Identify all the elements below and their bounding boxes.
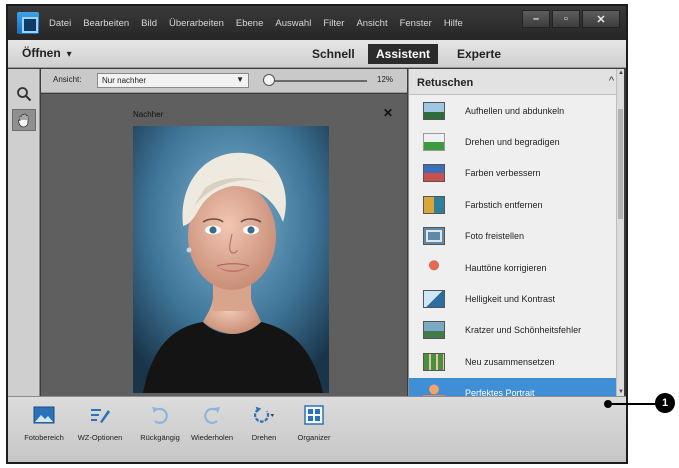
- image-canvas[interactable]: Nachher ✕: [41, 94, 407, 396]
- guided-item-label: Drehen und begradigen: [465, 137, 560, 148]
- guided-item-drehen[interactable]: Drehen und begradigen: [409, 126, 617, 157]
- close-icon[interactable]: ✕: [383, 106, 393, 120]
- guided-item-label: Kratzer und Schönheitsfehler: [465, 325, 582, 336]
- app-logo-icon: [17, 12, 39, 34]
- guided-list: Aufhellen und abdunkeln Drehen und begra…: [409, 95, 617, 409]
- brightness-icon: [423, 290, 445, 309]
- menu-ebene[interactable]: Ebene: [236, 18, 263, 29]
- portrait-photo: [133, 126, 329, 393]
- menu-filter[interactable]: Filter: [323, 18, 344, 29]
- rotate-icon: [252, 403, 276, 427]
- rotate-label: Drehen: [251, 433, 277, 442]
- guided-item-neu-zusammensetzen[interactable]: Neu zusammensetzen: [409, 346, 617, 377]
- options-bar: Ansicht: Nur nachher ▼ 12%: [41, 69, 407, 93]
- guided-item-label: Farben verbessern: [465, 168, 541, 179]
- guided-item-helligkeit[interactable]: Helligkeit und Kontrast: [409, 283, 617, 314]
- hand-tool[interactable]: [12, 109, 36, 131]
- guided-item-farben[interactable]: Farben verbessern: [409, 158, 617, 189]
- recompose-icon: [423, 352, 445, 371]
- zoom-slider-thumb[interactable]: [263, 74, 275, 86]
- guided-item-label: Neu zusammensetzen: [465, 356, 555, 367]
- menu-bild[interactable]: Bild: [141, 18, 157, 29]
- open-label: Öffnen: [22, 46, 61, 60]
- guided-item-label: Hauttöne korrigieren: [465, 262, 547, 273]
- panel-title: Retuschen: [417, 77, 474, 89]
- tool-options-button[interactable]: WZ-Optionen: [70, 403, 130, 442]
- close-window-button[interactable]: ✕: [582, 10, 620, 28]
- mode-bar: Öffnen ▾ Schnell Assistent Experte: [8, 40, 626, 68]
- portrait-image: [133, 126, 329, 393]
- rotate-image-icon: [423, 133, 445, 152]
- view-select-value: Nur nachher: [102, 76, 147, 85]
- photo-bin-button[interactable]: Fotobereich: [14, 403, 74, 442]
- view-select[interactable]: Nur nachher ▼: [97, 73, 249, 88]
- guided-item-kratzer[interactable]: Kratzer und Schönheitsfehler: [409, 315, 617, 346]
- guided-panel: Retuschen ^ Aufhellen und abdunkeln Dreh…: [408, 69, 624, 409]
- crop-image-icon: [423, 227, 445, 246]
- maximize-button[interactable]: ▫: [552, 10, 580, 28]
- guided-item-freistellen[interactable]: Foto freistellen: [409, 221, 617, 252]
- hand-icon: [18, 113, 29, 128]
- tab-schnell[interactable]: Schnell: [304, 44, 363, 64]
- scroll-up-icon[interactable]: ▲: [617, 70, 625, 76]
- photo-bin-icon: [32, 403, 56, 427]
- menu-ansicht[interactable]: Ansicht: [356, 18, 387, 29]
- menu-auswahl[interactable]: Auswahl: [275, 18, 311, 29]
- color-image-icon: [423, 164, 445, 183]
- zoom-tool[interactable]: [12, 83, 36, 105]
- menu-ueberarbeiten[interactable]: Überarbeiten: [169, 18, 224, 29]
- callout-dot: [604, 400, 612, 408]
- redo-button[interactable]: Wiederholen: [182, 403, 242, 442]
- guided-item-farbstich[interactable]: Farbstich entfernen: [409, 189, 617, 220]
- tool-options-label: WZ-Optionen: [77, 433, 123, 442]
- menu-bearbeiten[interactable]: Bearbeiten: [83, 18, 129, 29]
- chevron-down-icon: ▼: [236, 75, 244, 84]
- open-caret-icon: ▾: [66, 49, 72, 60]
- scrollbar-thumb[interactable]: [618, 109, 623, 219]
- undo-button[interactable]: Rückgängig: [130, 403, 190, 442]
- editor-window: Datei Bearbeiten Bild Überarbeiten Ebene…: [6, 4, 628, 464]
- organizer-label: Organizer: [297, 433, 331, 442]
- guided-item-label: Aufhellen und abdunkeln: [465, 105, 565, 116]
- open-button[interactable]: Öffnen ▾: [22, 46, 72, 60]
- zoom-value: 12%: [377, 75, 394, 84]
- tool-panel: [8, 69, 40, 396]
- tab-assistent[interactable]: Assistent: [368, 44, 439, 64]
- guided-item-label: Foto freistellen: [465, 231, 525, 242]
- guided-item-label: Farbstich entfernen: [465, 199, 543, 210]
- menu-datei[interactable]: Datei: [49, 18, 71, 29]
- scratch-icon: [423, 321, 445, 340]
- panel-header[interactable]: Retuschen ^: [409, 69, 624, 95]
- organizer-button[interactable]: Organizer: [284, 403, 344, 442]
- scroll-down-icon[interactable]: ▼: [617, 389, 625, 395]
- colorcast-icon: [423, 195, 445, 214]
- minimize-button[interactable]: –: [522, 10, 550, 28]
- guided-item-label: Helligkeit und Kontrast: [465, 294, 556, 305]
- redo-icon: [200, 403, 224, 427]
- menu-hilfe[interactable]: Hilfe: [444, 18, 463, 29]
- menu-fenster[interactable]: Fenster: [400, 18, 432, 29]
- guided-item-aufhellen[interactable]: Aufhellen und abdunkeln: [409, 95, 617, 126]
- landscape-icon: [423, 101, 445, 120]
- zoom-icon: [17, 87, 32, 102]
- guided-item-hauttoene[interactable]: Hauttöne korrigieren: [409, 252, 617, 283]
- redo-label: Wiederholen: [190, 433, 234, 442]
- chevron-up-icon[interactable]: ^: [609, 75, 614, 87]
- tab-experte[interactable]: Experte: [449, 44, 509, 64]
- tool-options-icon: [88, 403, 112, 427]
- view-label: Ansicht:: [53, 75, 82, 84]
- organizer-icon: [302, 403, 326, 427]
- undo-icon: [148, 403, 172, 427]
- panel-scrollbar[interactable]: ▲ ▼: [616, 69, 624, 396]
- bottom-bar: Fotobereich WZ-Optionen Rückgängig Wiede…: [8, 396, 626, 462]
- callout-line: [608, 403, 658, 405]
- menu-bar: Datei Bearbeiten Bild Überarbeiten Ebene…: [8, 6, 626, 40]
- callout-badge: 1: [655, 393, 675, 413]
- canvas-view-label: Nachher: [133, 110, 164, 119]
- undo-label: Rückgängig: [140, 433, 180, 442]
- skin-tone-icon: [423, 258, 445, 277]
- photo-bin-label: Fotobereich: [24, 433, 64, 442]
- zoom-slider-track[interactable]: [263, 80, 367, 82]
- window-controls: – ▫ ✕: [522, 10, 620, 28]
